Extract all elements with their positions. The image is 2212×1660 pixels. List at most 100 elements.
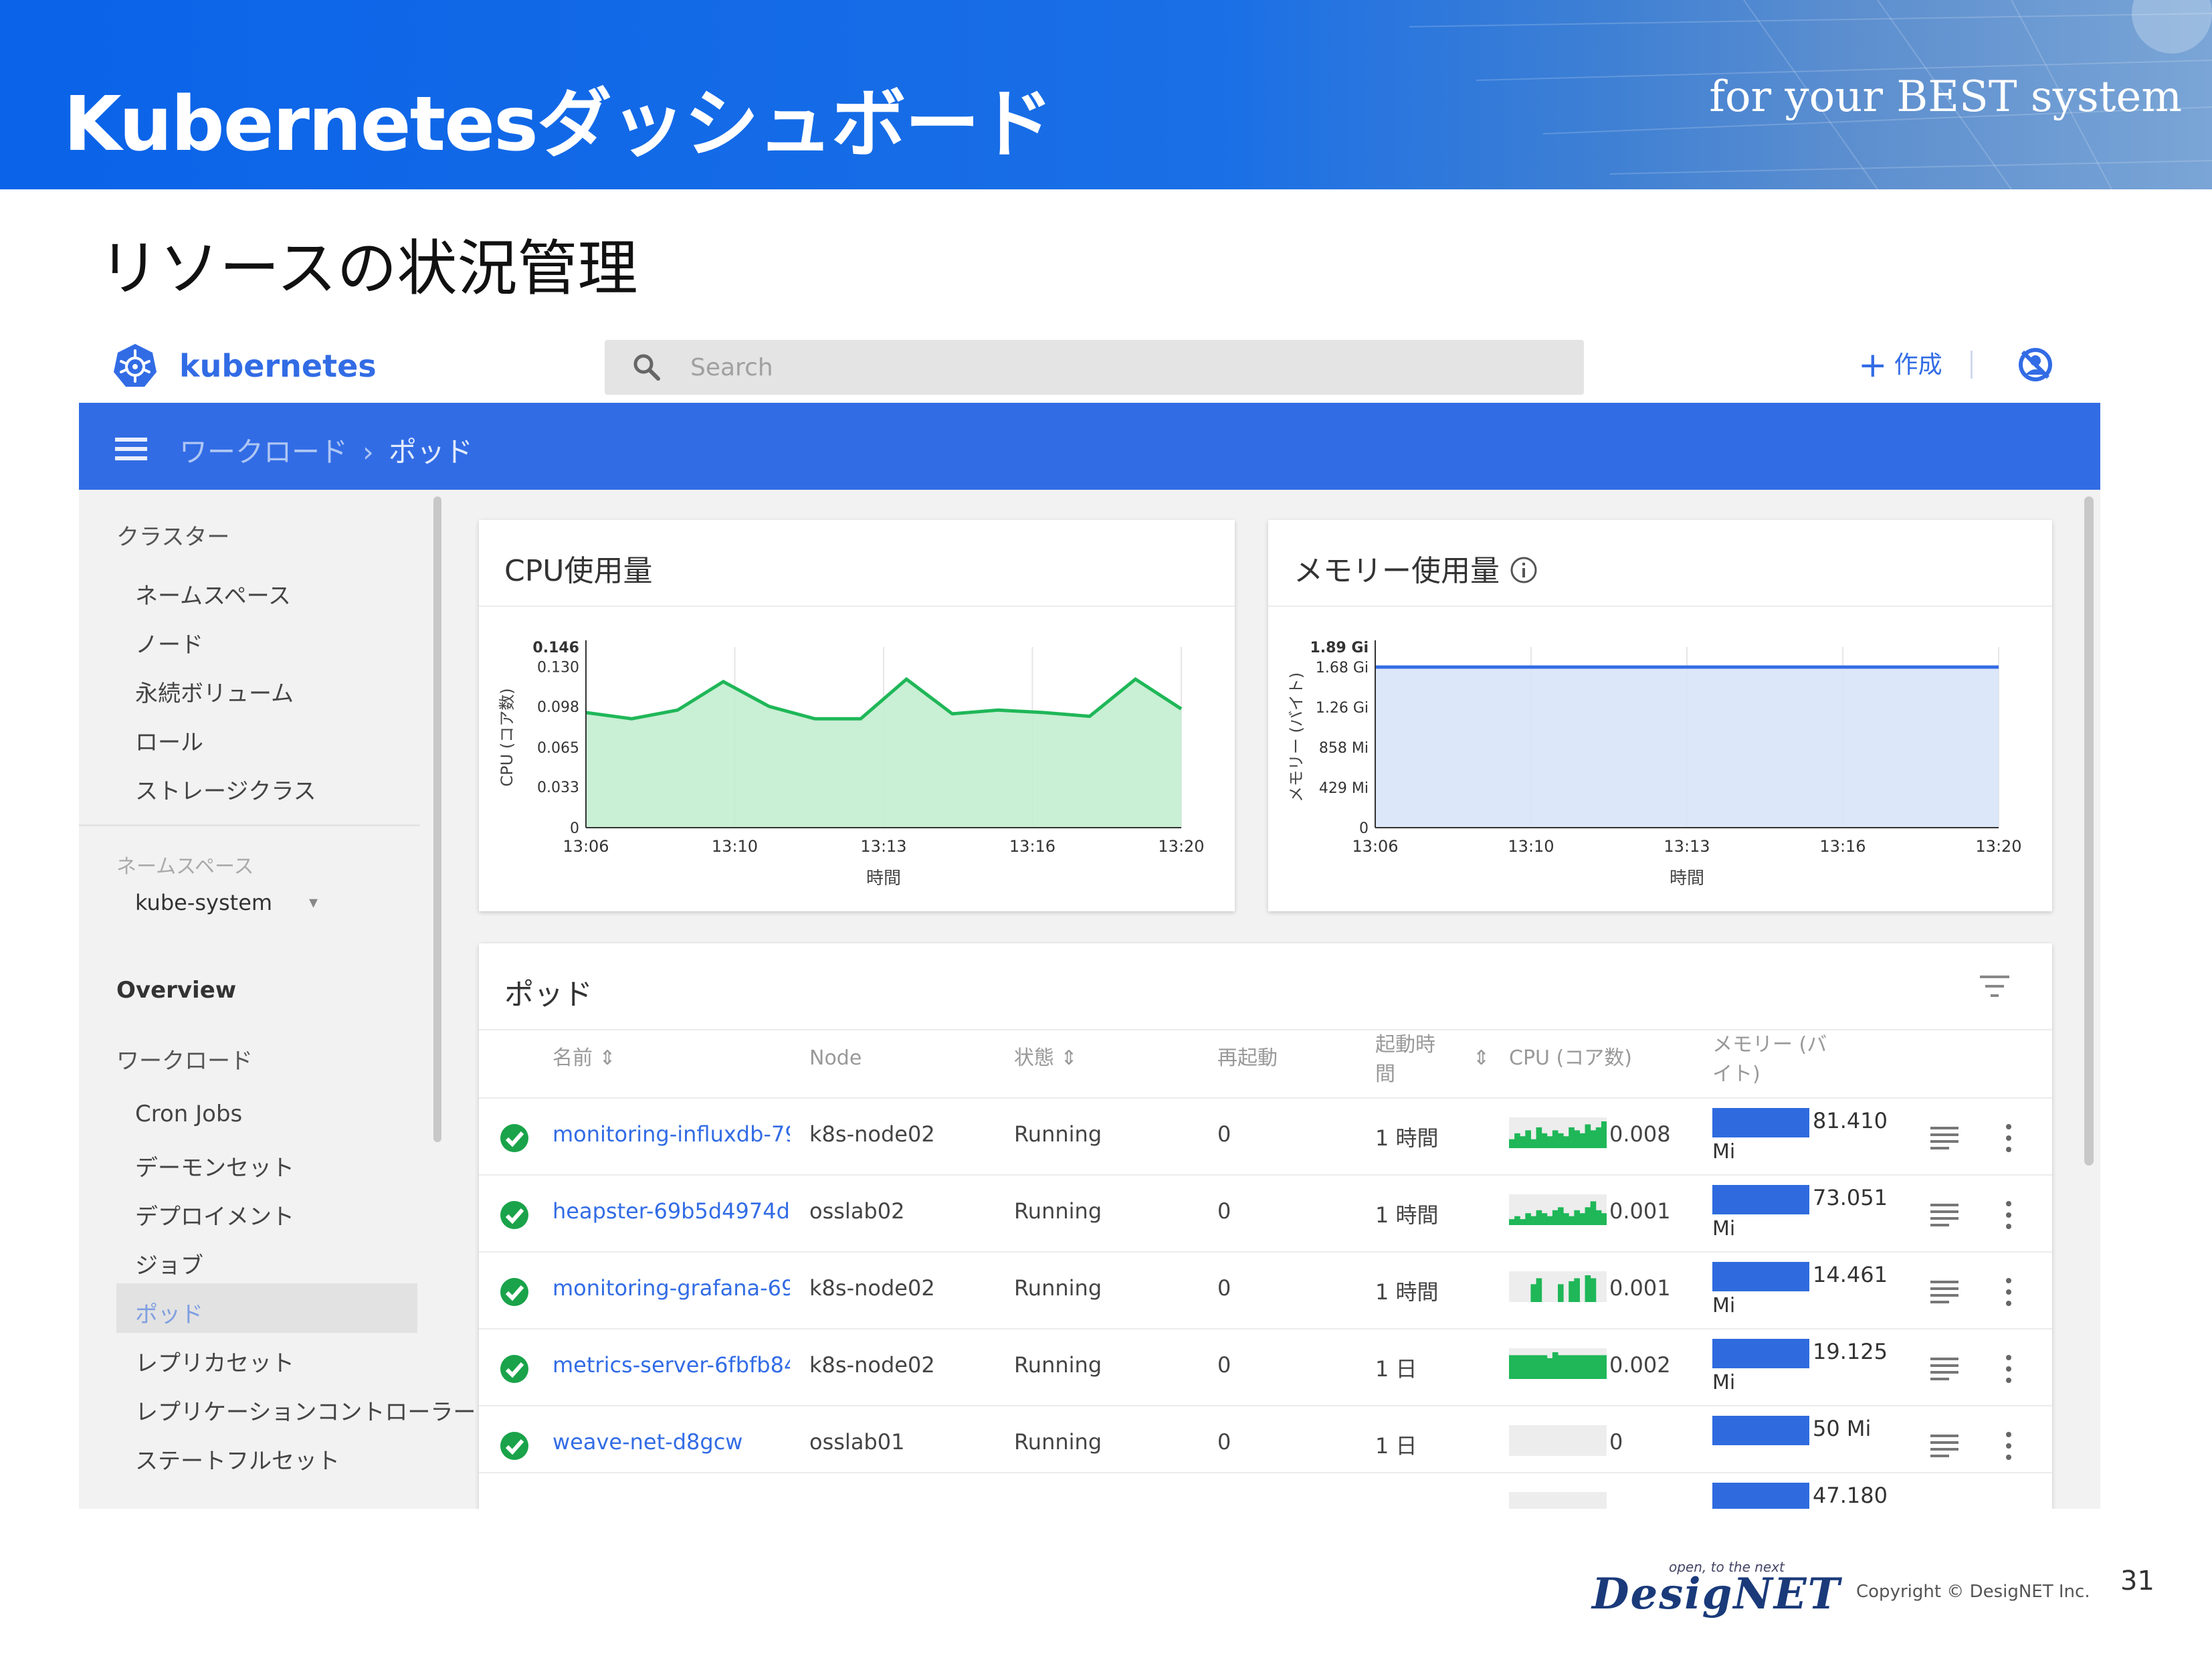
logs-icon[interactable] — [1930, 1433, 1958, 1457]
y-tick-label: 429 Mi — [1319, 780, 1369, 797]
running-status-icon — [500, 1124, 528, 1152]
pod-name-link[interactable]: monitoring-grafana-69d — [552, 1275, 790, 1301]
sidebar-item-roles[interactable]: ロール — [135, 724, 203, 757]
logs-icon[interactable] — [1930, 1279, 1958, 1303]
pod-status: Running — [1014, 1121, 1102, 1147]
y-tick-label: 0.065 — [537, 740, 579, 757]
more-vert-icon[interactable] — [2004, 1277, 2013, 1307]
sparkline-bar — [1509, 1355, 1515, 1379]
pod-node: osslab01 — [809, 1429, 905, 1455]
more-vert-icon[interactable] — [2004, 1354, 2013, 1384]
column-header-age[interactable]: 起動時間 — [1375, 1030, 1442, 1089]
sparkline-bar — [1574, 1355, 1580, 1379]
sort-icon[interactable]: ⇕ — [1473, 1044, 1490, 1073]
sidebar-item-workloads[interactable]: ワークロード — [116, 1042, 253, 1075]
more-vert-icon[interactable] — [2004, 1431, 2013, 1461]
pod-memory: 73.051 — [1813, 1185, 1888, 1210]
column-header-name[interactable]: 名前 ⇕ — [552, 1044, 616, 1073]
sidebar-item-overview[interactable]: Overview — [116, 977, 236, 1004]
search-input[interactable] — [690, 351, 1560, 384]
pod-name-link[interactable]: weave-net-d8gcw — [552, 1429, 790, 1455]
y-tick-label: 0 — [1359, 820, 1369, 837]
sparkline-bar — [1569, 1355, 1575, 1379]
sparkline-bar — [1579, 1133, 1586, 1148]
pod-age: 1 日 — [1375, 1433, 1417, 1459]
sidebar-item-cron-jobs[interactable]: Cron Jobs — [135, 1101, 242, 1127]
pod-node: k8s-node02 — [809, 1275, 935, 1301]
sparkline-bar — [1552, 1210, 1559, 1225]
pod-age: 1 時間 — [1375, 1125, 1439, 1151]
y-tick-label: 1.68 Gi — [1316, 660, 1369, 676]
sidebar-item-pods[interactable]: ポッド — [135, 1296, 203, 1329]
main-scrollbar[interactable] — [2084, 496, 2094, 1166]
pod-name-link[interactable]: metrics-server-6fbfb84c — [552, 1352, 790, 1378]
sparkline-bar — [1574, 1130, 1580, 1148]
cpu-sparkline-svg — [1509, 1352, 1607, 1379]
pod-node: k8s-node02 — [809, 1121, 935, 1147]
sort-icon: ⇕ — [1060, 1046, 1078, 1070]
search-icon — [633, 354, 660, 381]
cpu-sparkline — [1509, 1117, 1607, 1148]
x-axis-label: 時間 — [866, 868, 901, 889]
table-row[interactable]: monitoring-influxdb-79d k8s-node02 Running… — [479, 1097, 2052, 1174]
sidebar-item-replication-controllers[interactable]: レプリケーションコントローラー — [135, 1394, 476, 1426]
y-axis-label: メモリー (バイト) — [1287, 672, 1306, 802]
sidebar-item-persistent-volumes[interactable]: 永続ボリューム — [135, 675, 294, 708]
search-bar[interactable] — [605, 340, 1584, 395]
pods-card-title: ポッド — [504, 978, 593, 1012]
sparkline-bar — [1585, 1355, 1591, 1379]
sparkline-bar — [1541, 1355, 1548, 1379]
x-axis-label: 時間 — [1670, 868, 1704, 889]
breadcrumb: ワークロード › ポッド — [179, 430, 473, 470]
table-row[interactable]: weave-net-d8gcw osslab01 Running 0 1 日 0 50 Mi — [479, 1405, 2052, 1482]
sidebar-item-storage-classes[interactable]: ストレージクラス — [135, 773, 316, 806]
kubernetes-logo-icon[interactable] — [112, 343, 158, 388]
logs-icon[interactable] — [1930, 1202, 1958, 1226]
memory-bar — [1712, 1416, 1809, 1445]
sparkline-bar — [1569, 1127, 1575, 1148]
logs-icon[interactable] — [1930, 1356, 1958, 1380]
sidebar-item-daemon-sets[interactable]: デーモンセット — [135, 1149, 294, 1182]
pod-name-link[interactable]: heapster-69b5d4974d-q — [552, 1198, 790, 1224]
menu-icon[interactable] — [115, 438, 147, 460]
cpu-sparkline-svg — [1509, 1425, 1607, 1456]
sidebar-scrollbar[interactable] — [433, 496, 441, 1142]
more-vert-icon[interactable] — [2004, 1200, 2013, 1230]
sidebar-item-nodes[interactable]: ノード — [135, 626, 203, 659]
sparkline-bar — [1558, 1207, 1564, 1225]
table-row[interactable]: monitoring-grafana-69d k8s-node02 Running 0… — [479, 1251, 2052, 1328]
sparkline-bar — [1525, 1213, 1531, 1225]
sidebar-item-namespaces[interactable]: ネームスペース — [135, 577, 291, 610]
filter-icon[interactable] — [1977, 973, 2012, 1000]
pod-name-link[interactable]: monitoring-influxdb-79d — [552, 1121, 790, 1147]
sidebar-item-jobs[interactable]: ジョブ — [135, 1247, 203, 1280]
sparkline-bar — [1590, 1130, 1597, 1148]
sidebar-item-replica-sets[interactable]: レプリカセット — [135, 1345, 294, 1378]
pod-cpu: 0 — [1609, 1429, 1623, 1455]
namespace-select[interactable]: kube-system ▾ — [135, 890, 336, 931]
info-icon[interactable] — [1509, 555, 1538, 585]
create-button[interactable]: + 作成 — [1858, 345, 1942, 385]
series-area — [1375, 667, 1999, 828]
more-vert-icon[interactable] — [2004, 1123, 2013, 1154]
logo-text[interactable]: kubernetes — [179, 348, 377, 384]
table-row[interactable]: 47.180 — [479, 1472, 2052, 1509]
memory-bar — [1712, 1339, 1809, 1368]
sparkline-bar — [1558, 1284, 1564, 1302]
sidebar-item-stateful-sets[interactable]: ステートフルセット — [135, 1443, 340, 1475]
sparkline-bar — [1509, 1219, 1515, 1225]
breadcrumb-workloads[interactable]: ワークロード — [179, 436, 348, 468]
create-label: 作成 — [1894, 351, 1942, 379]
table-row[interactable]: metrics-server-6fbfb84c k8s-node02 Running… — [479, 1328, 2052, 1405]
sidebar-item-cluster[interactable]: クラスター — [116, 519, 229, 551]
logs-icon[interactable] — [1930, 1125, 1958, 1149]
sparkline-bar — [1579, 1355, 1586, 1379]
pod-node: k8s-node02 — [809, 1352, 935, 1378]
memory-card-title: メモリー使用量 — [1294, 547, 1538, 589]
column-header-status[interactable]: 状態 ⇕ — [1014, 1044, 1078, 1073]
table-row[interactable]: heapster-69b5d4974d-q osslab02 Running 0 1 時… — [479, 1174, 2052, 1251]
pod-status: Running — [1014, 1275, 1102, 1301]
account-icon[interactable] — [2017, 347, 2053, 383]
breadcrumb-current: ポッド — [388, 436, 473, 468]
sidebar-item-deployments[interactable]: デプロイメント — [135, 1198, 294, 1231]
